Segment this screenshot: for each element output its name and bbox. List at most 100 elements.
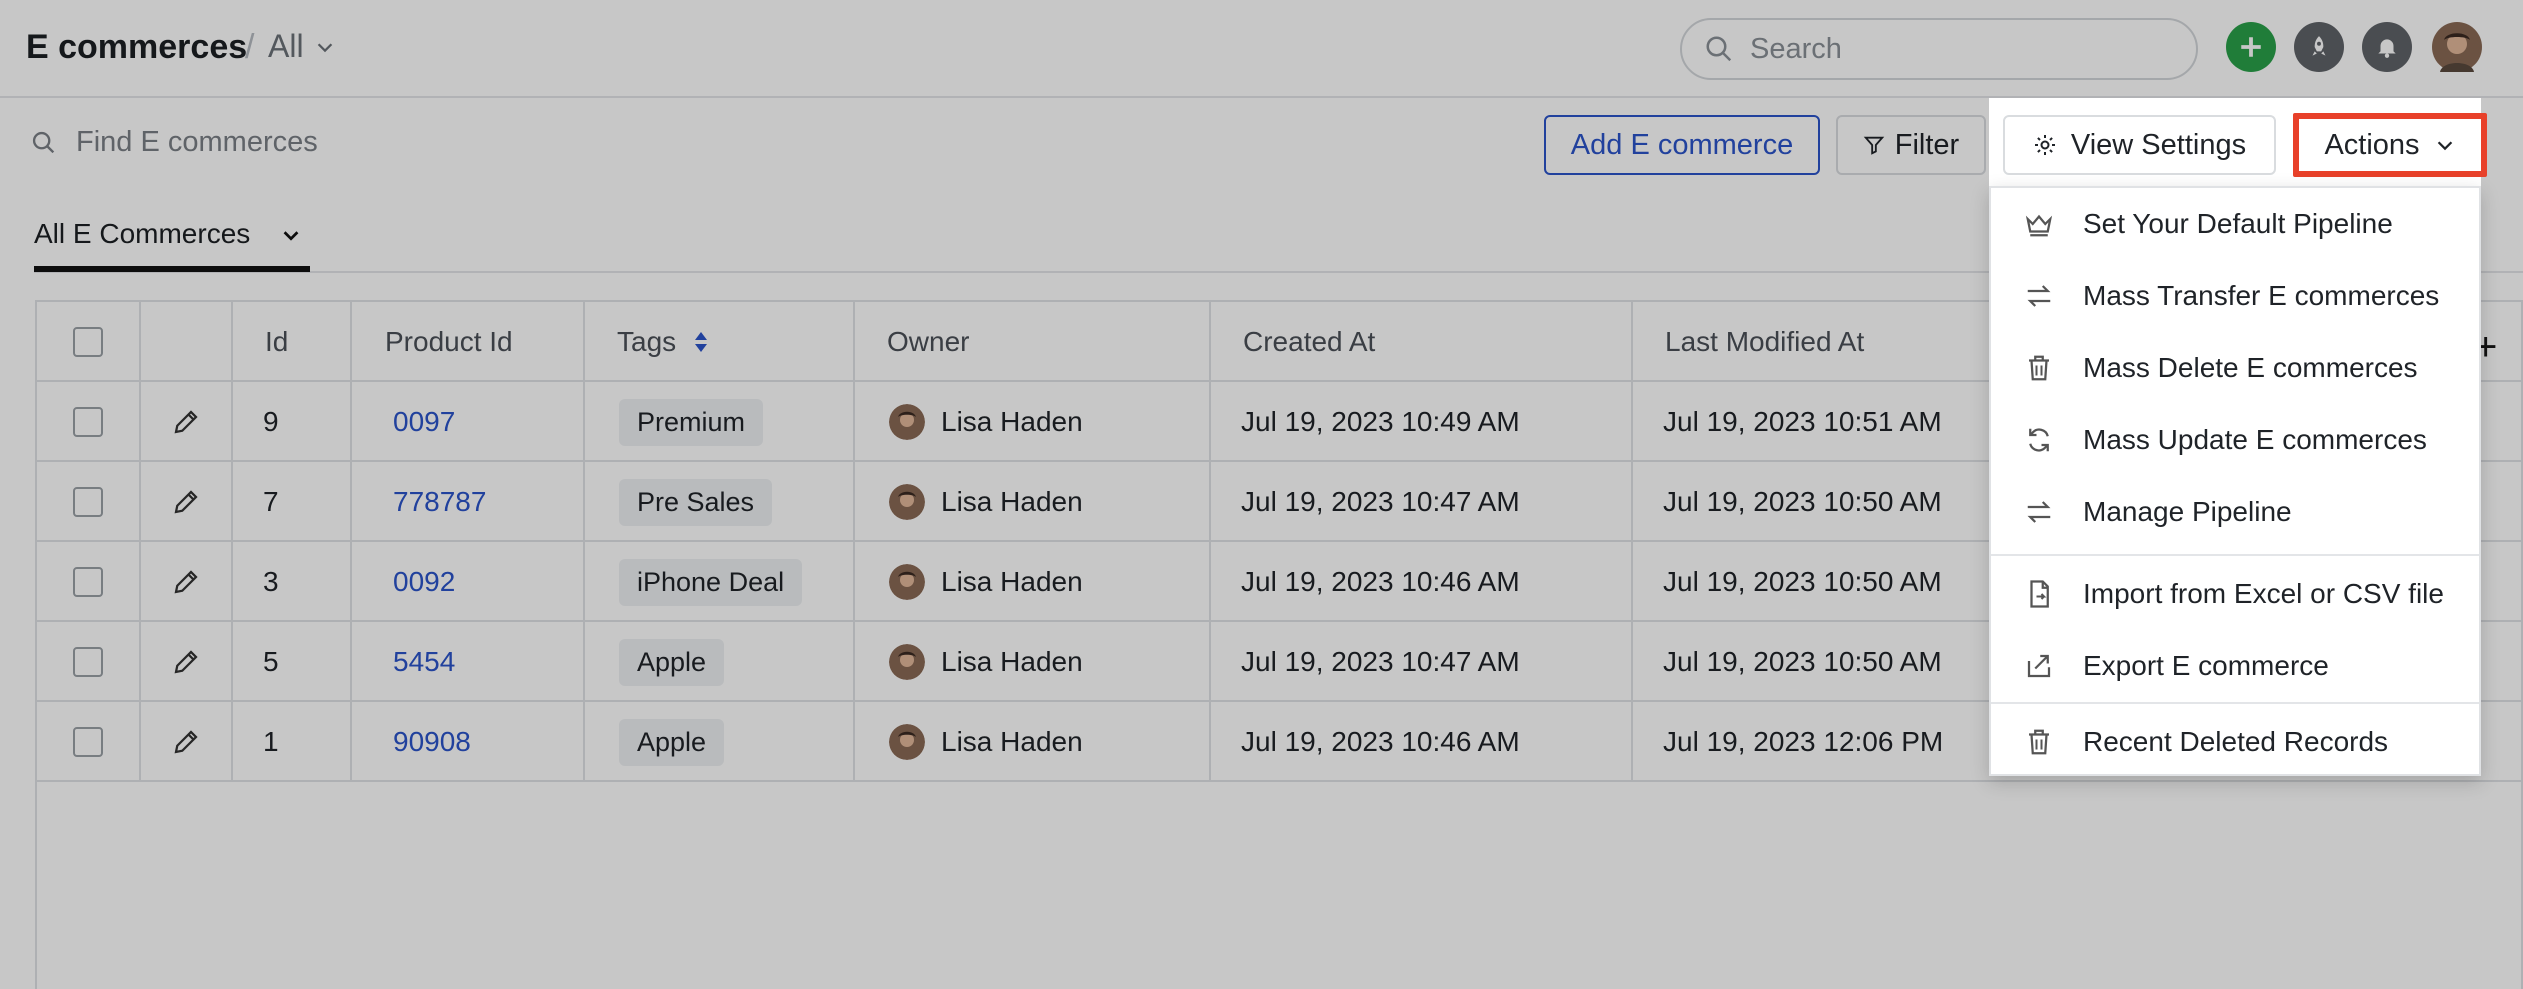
bell-icon: [2378, 39, 2396, 58]
menu-item-export[interactable]: Export E commerce: [1991, 630, 2479, 702]
find-records-input[interactable]: Find E commerces: [30, 126, 318, 159]
menu-item-mass-delete[interactable]: Mass Delete E commerces: [1991, 332, 2479, 404]
cell-id: 9: [263, 406, 279, 437]
row-checkbox[interactable]: [73, 487, 103, 517]
column-header-last-modified-at[interactable]: Last Modified At: [1665, 302, 1864, 382]
column-header-product-id[interactable]: Product Id: [385, 302, 513, 382]
cell-last-modified-at: Jul 19, 2023 10:51 AM: [1663, 406, 1942, 437]
menu-item-label: Mass Update E commerces: [2083, 424, 2427, 455]
pencil-icon[interactable]: [171, 647, 201, 677]
cell-product-id-link[interactable]: 0092: [393, 542, 455, 622]
gear-icon: [2034, 135, 2055, 155]
owner-name: Lisa Haden: [941, 566, 1083, 597]
menu-item-recent-deleted[interactable]: Recent Deleted Records: [1991, 706, 2479, 778]
menu-item-mass-update[interactable]: Mass Update E commerces: [1991, 404, 2479, 476]
view-settings-label: View Settings: [2070, 128, 2247, 161]
row-checkbox[interactable]: [73, 727, 103, 757]
tag-badge: iPhone Deal: [619, 558, 803, 606]
avatar: [889, 404, 925, 440]
cell-created-at: Jul 19, 2023 10:46 AM: [1241, 566, 1520, 597]
menu-item-manage-pipeline[interactable]: Manage Pipeline: [1991, 476, 2479, 548]
column-header-tags[interactable]: Tags: [617, 302, 710, 382]
cell-created-at: Jul 19, 2023 10:47 AM: [1241, 646, 1520, 677]
pencil-icon[interactable]: [171, 567, 201, 597]
menu-item-set-default-pipeline[interactable]: Set Your Default Pipeline: [1991, 188, 2479, 260]
search-icon: [32, 131, 55, 153]
owner-name: Lisa Haden: [941, 646, 1083, 677]
tag-badge: Pre Sales: [619, 478, 773, 526]
column-header-created-at[interactable]: Created At: [1243, 302, 1375, 382]
cell-owner: Lisa Haden: [889, 702, 1083, 782]
plus-icon: [2241, 37, 2261, 57]
view-settings-button[interactable]: View Settings: [2003, 115, 2276, 175]
export-icon: [2027, 654, 2051, 678]
crown-icon: [2025, 214, 2053, 237]
menu-divider: [1991, 702, 2479, 704]
cell-last-modified-at: Jul 19, 2023 10:50 AM: [1663, 566, 1942, 597]
row-checkbox[interactable]: [73, 407, 103, 437]
select-all-checkbox[interactable]: [73, 327, 103, 357]
filter-label: Filter: [1894, 128, 1960, 161]
refresh-icon: [2029, 428, 2049, 452]
notifications-button[interactable]: [2362, 22, 2412, 72]
chevron-down-icon: [2437, 141, 2452, 151]
filter-icon: [1863, 136, 1885, 155]
title-separator: /: [245, 28, 255, 66]
owner-name: Lisa Haden: [941, 406, 1083, 437]
cell-owner: Lisa Haden: [889, 462, 1083, 542]
tab-all-ecommerces[interactable]: All E Commerces: [34, 218, 310, 272]
column-header-owner[interactable]: Owner: [887, 302, 969, 382]
row-checkbox[interactable]: [73, 647, 103, 677]
view-selector[interactable]: All: [268, 28, 336, 65]
pencil-icon[interactable]: [171, 407, 201, 437]
row-select-cell: [73, 542, 103, 622]
menu-divider: [1991, 554, 2479, 556]
page-title: E commerces: [26, 28, 248, 66]
actions-label: Actions: [2324, 128, 2420, 161]
add-ecommerce-button[interactable]: Add E commerce: [1544, 115, 1820, 175]
cell-created-at: Jul 19, 2023 10:46 AM: [1241, 726, 1520, 757]
user-avatar[interactable]: [2432, 22, 2482, 72]
actions-button[interactable]: Actions: [2293, 113, 2487, 177]
cell-last-modified-at: Jul 19, 2023 10:50 AM: [1663, 486, 1942, 517]
row-select-cell: [73, 702, 103, 782]
quick-add-button[interactable]: [2226, 22, 2276, 72]
column-header-id[interactable]: Id: [265, 302, 288, 382]
menu-item-import[interactable]: Import from Excel or CSV file: [1991, 558, 2479, 630]
find-placeholder: Find E commerces: [76, 126, 318, 158]
top-bar: E commerces / All Search: [0, 0, 2523, 98]
tag-badge: Apple: [619, 718, 725, 766]
search-icon: [1706, 36, 1732, 62]
whats-new-button[interactable]: [2294, 22, 2344, 72]
pencil-icon[interactable]: [171, 487, 201, 517]
transfer-icon: [2027, 285, 2051, 307]
cell-product-id-link[interactable]: 90908: [393, 702, 471, 782]
cell-product-id-link[interactable]: 778787: [393, 462, 486, 542]
select-all-cell: [73, 302, 103, 382]
tag-badge: Premium: [619, 398, 764, 446]
pencil-icon[interactable]: [171, 727, 201, 757]
sort-icon[interactable]: [692, 329, 710, 355]
chevron-down-icon: [283, 231, 299, 241]
cell-product-id-link[interactable]: 5454: [393, 622, 455, 702]
search-input[interactable]: Search: [1680, 18, 2198, 80]
search-placeholder: Search: [1750, 32, 1842, 65]
transfer-icon: [2027, 501, 2051, 523]
row-select-cell: [73, 462, 103, 542]
cell-last-modified-at: Jul 19, 2023 10:50 AM: [1663, 646, 1942, 677]
cell-id: 5: [263, 646, 279, 677]
cell-id: 7: [263, 486, 279, 517]
avatar-image: [2432, 22, 2482, 72]
column-header-tags-label: Tags: [617, 326, 677, 357]
file-import-icon: [2030, 580, 2049, 608]
filter-button[interactable]: Filter: [1836, 115, 1986, 175]
cell-product-id-link[interactable]: 0097: [393, 382, 455, 462]
menu-item-mass-transfer[interactable]: Mass Transfer E commerces: [1991, 260, 2479, 332]
view-selector-label: All: [268, 28, 304, 64]
row-select-cell: [73, 622, 103, 702]
row-checkbox[interactable]: [73, 567, 103, 597]
menu-item-label: Recent Deleted Records: [2083, 726, 2389, 757]
cell-tag: iPhone Deal: [619, 542, 803, 622]
avatar: [889, 564, 925, 600]
edit-cell: [171, 542, 201, 622]
